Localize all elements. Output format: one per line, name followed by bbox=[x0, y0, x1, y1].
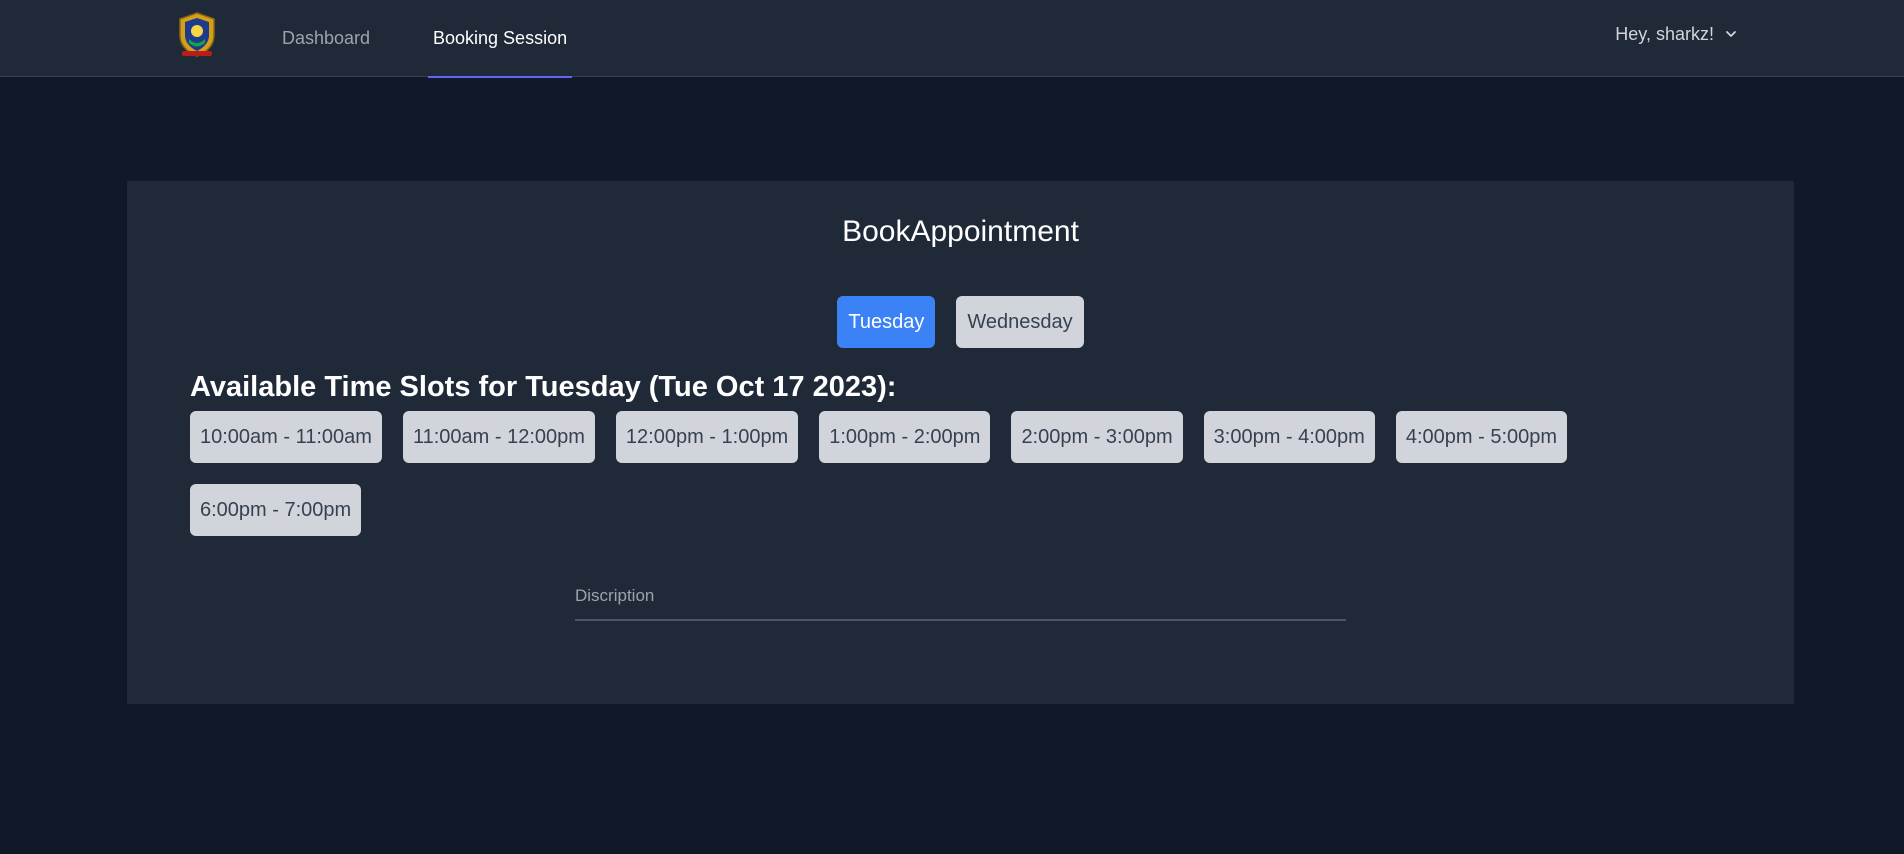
slots-heading: Available Time Slots for Tuesday (Tue Oc… bbox=[190, 371, 897, 403]
time-slot-list: 10:00am - 11:00am 11:00am - 12:00pm 12:0… bbox=[190, 411, 1690, 536]
page-title: BookAppointment bbox=[842, 215, 1079, 248]
day-tab-tuesday[interactable]: Tuesday bbox=[837, 296, 936, 348]
time-slot-button[interactable]: 11:00am - 12:00pm bbox=[402, 411, 595, 463]
chevron-down-icon bbox=[1726, 31, 1736, 37]
time-slot-button[interactable]: 3:00pm - 4:00pm bbox=[1203, 411, 1375, 463]
time-slot-button[interactable]: 2:00pm - 3:00pm bbox=[1011, 411, 1183, 463]
time-slot-button[interactable]: 12:00pm - 1:00pm bbox=[615, 411, 799, 463]
crest-logo[interactable] bbox=[176, 11, 218, 58]
user-greeting: Hey, sharkz! bbox=[1615, 23, 1714, 44]
nav-link-dashboard[interactable]: Dashboard bbox=[282, 0, 370, 77]
time-slot-button[interactable]: 1:00pm - 2:00pm bbox=[819, 411, 991, 463]
time-slot-button[interactable]: 10:00am - 11:00am bbox=[190, 411, 382, 463]
description-input[interactable] bbox=[575, 573, 1346, 621]
booking-card: BookAppointment Tuesday Wednesday Availa… bbox=[127, 181, 1794, 704]
day-tabs: Tuesday Wednesday bbox=[127, 296, 1794, 348]
top-navbar: Dashboard Booking Session Hey, sharkz! bbox=[0, 0, 1904, 78]
time-slot-button[interactable]: 6:00pm - 7:00pm bbox=[190, 484, 362, 536]
day-tab-wednesday[interactable]: Wednesday bbox=[956, 296, 1084, 348]
nav-link-booking-session[interactable]: Booking Session bbox=[427, 0, 573, 78]
time-slot-button[interactable]: 4:00pm - 5:00pm bbox=[1395, 411, 1568, 463]
user-menu[interactable]: Hey, sharkz! bbox=[1615, 0, 1738, 68]
